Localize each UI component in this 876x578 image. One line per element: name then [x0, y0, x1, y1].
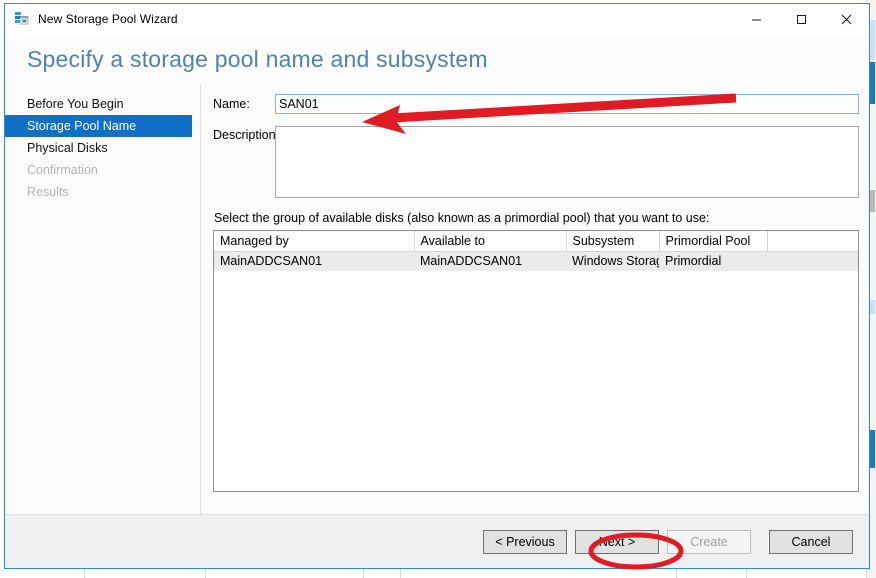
sidebar-item-label: Results — [27, 185, 69, 199]
column-header-managed-by[interactable]: Managed by — [214, 231, 415, 252]
wizard-steps-sidebar: Before You Begin Storage Pool Name Physi… — [5, 84, 201, 514]
title-bar[interactable]: New Storage Pool Wizard — [5, 4, 869, 34]
maximize-button[interactable] — [779, 4, 824, 34]
window-controls — [734, 4, 869, 34]
content-pane: Name: Description: Select the group of a… — [201, 84, 869, 514]
description-input[interactable] — [275, 126, 859, 198]
minimize-icon — [752, 19, 761, 20]
sidebar-item-label: Storage Pool Name — [27, 119, 137, 133]
name-label: Name: — [213, 97, 250, 111]
description-label: Description: — [213, 128, 279, 142]
name-input[interactable] — [275, 94, 859, 114]
column-header-available-to[interactable]: Available to — [414, 231, 567, 252]
sidebar-item-label: Physical Disks — [27, 141, 108, 155]
storage-pool-icon — [14, 11, 30, 27]
dialog-body: Before You Begin Storage Pool Name Physi… — [5, 84, 869, 514]
description-field-row: Description: — [213, 126, 859, 198]
column-header-subsystem[interactable]: Subsystem — [566, 231, 660, 252]
sidebar-item-physical-disks[interactable]: Physical Disks — [5, 137, 192, 159]
sidebar-item-results: Results — [5, 181, 192, 203]
table-header-row: Managed by Available to Subsystem Primor… — [214, 231, 858, 252]
cell-available-to: MainADDCSAN01 — [414, 251, 566, 271]
header-banner: Specify a storage pool name and subsyste… — [5, 34, 869, 84]
table-row[interactable]: MainADDCSAN01 MainADDCSAN01 Windows Stor… — [214, 251, 858, 271]
maximize-icon — [797, 14, 806, 24]
cell-managed-by: MainADDCSAN01 — [214, 251, 414, 271]
window-title: New Storage Pool Wizard — [38, 12, 178, 26]
cell-primordial-pool: Primordial — [659, 251, 767, 271]
next-button[interactable]: Next > — [575, 529, 659, 554]
name-field-row: Name: — [213, 94, 859, 114]
create-button: Create — [667, 529, 751, 554]
column-header-primordial-pool[interactable]: Primordial Pool — [659, 231, 768, 252]
footer-button-bar: < Previous Next > Create Cancel — [5, 514, 869, 568]
close-button[interactable] — [824, 4, 869, 34]
disk-list-instruction: Select the group of available disks (als… — [214, 211, 710, 225]
sidebar-item-label: Confirmation — [27, 163, 98, 177]
new-storage-pool-wizard-dialog: New Storage Pool Wizard Specify a storag… — [4, 3, 870, 569]
available-disks-listview[interactable]: Managed by Available to Subsystem Primor… — [213, 230, 859, 492]
previous-button[interactable]: < Previous — [483, 529, 567, 554]
minimize-button[interactable] — [734, 4, 779, 34]
cancel-button[interactable]: Cancel — [769, 529, 853, 554]
sidebar-item-confirmation: Confirmation — [5, 159, 192, 181]
sidebar-item-storage-pool-name[interactable]: Storage Pool Name — [5, 115, 192, 137]
available-disks-table: Managed by Available to Subsystem Primor… — [214, 231, 858, 271]
close-icon — [841, 14, 852, 24]
cell-spacer — [767, 251, 858, 271]
sidebar-item-before-you-begin[interactable]: Before You Begin — [5, 93, 192, 115]
cell-subsystem: Windows Storage — [566, 251, 659, 271]
sidebar-item-label: Before You Begin — [27, 97, 124, 111]
column-header-spacer[interactable] — [767, 231, 858, 252]
page-title: Specify a storage pool name and subsyste… — [27, 45, 488, 72]
